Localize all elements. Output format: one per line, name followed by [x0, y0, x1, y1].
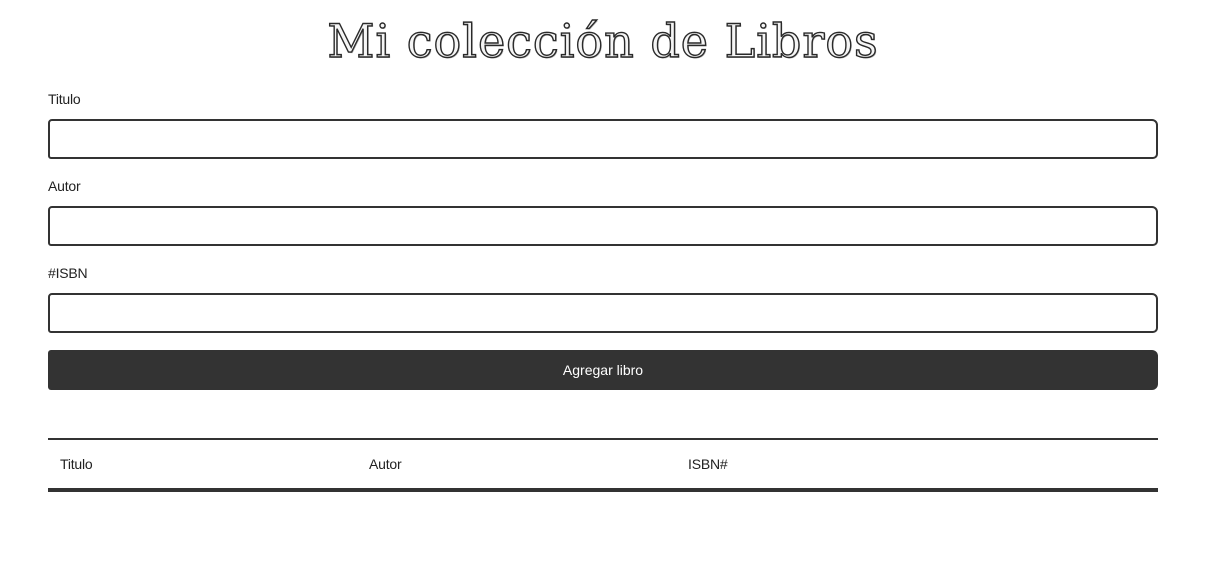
add-book-button[interactable]: Agregar libro: [48, 350, 1158, 390]
book-list-table: Titulo Autor ISBN#: [48, 438, 1158, 492]
title-field-group: Titulo: [48, 89, 1158, 159]
author-input[interactable]: [48, 206, 1158, 246]
table-header-row: Titulo Autor ISBN#: [48, 439, 1158, 490]
book-form: Titulo Autor #ISBN Agregar libro: [48, 89, 1158, 390]
title-input[interactable]: [48, 119, 1158, 159]
isbn-field-group: #ISBN: [48, 263, 1158, 333]
app-container: Mi colección de Libros Titulo Autor #ISB…: [48, 0, 1158, 492]
page-title: Mi colección de Libros: [327, 13, 879, 68]
column-header-title: Titulo: [60, 456, 93, 472]
author-field-group: Autor: [48, 176, 1158, 246]
isbn-input[interactable]: [48, 293, 1158, 333]
isbn-label: #ISBN: [48, 265, 88, 281]
table-header: Titulo Autor ISBN#: [48, 439, 1158, 490]
column-header-isbn: ISBN#: [688, 456, 728, 472]
author-label: Autor: [48, 178, 81, 194]
title-label: Titulo: [48, 91, 81, 107]
column-header-author: Autor: [369, 456, 402, 472]
